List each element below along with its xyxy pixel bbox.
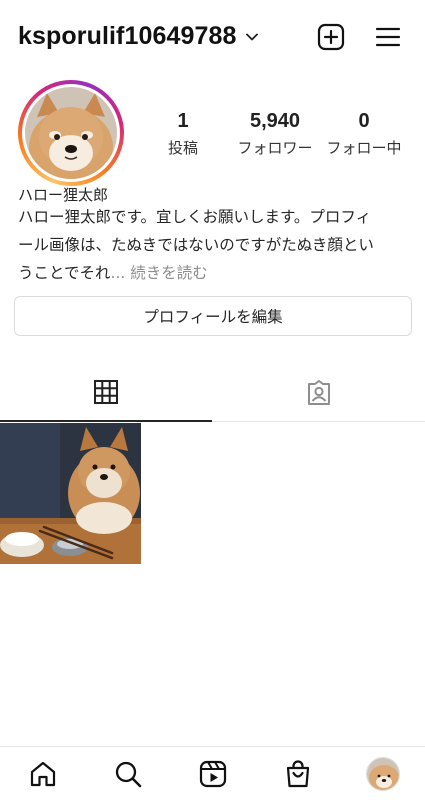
followers-count: 5,940	[249, 110, 301, 132]
edit-profile-button[interactable]: プロフィールを編集	[14, 296, 412, 336]
profile-avatar[interactable]	[366, 757, 400, 791]
posts-label: 投稿	[167, 139, 198, 157]
following-label: フォロー中	[326, 139, 402, 157]
followers-stat[interactable]: 5,940 フォロワー	[233, 110, 317, 158]
read-more-link[interactable]: ... 続きを読む	[111, 264, 208, 282]
post-thumbnail[interactable]	[0, 423, 141, 564]
new-post-icon[interactable]	[316, 22, 346, 52]
tab-tagged[interactable]	[213, 364, 425, 421]
posts-stat[interactable]: 1 投稿	[163, 110, 203, 158]
dog-avatar-image	[25, 87, 117, 179]
bio-line: うことでそれ	[18, 264, 111, 282]
bio-line: ハロー狸太郎です。宜しくお願いします。プロフィ	[18, 208, 372, 226]
grid-icon	[94, 380, 118, 404]
search-icon[interactable]	[113, 759, 143, 789]
reels-icon[interactable]	[198, 759, 228, 789]
bio-line-last: うことでそれ... 続きを読む	[18, 259, 413, 287]
tab-posts-grid[interactable]	[0, 364, 212, 422]
bio-line: ール画像は、たぬきではないのですがたぬき顔とい	[18, 236, 374, 254]
username[interactable]: ksporulif10649788	[18, 22, 237, 51]
followers-label: フォロワー	[237, 139, 313, 157]
shop-icon[interactable]	[283, 759, 313, 789]
dog-with-food-image	[0, 423, 141, 564]
following-count: 0	[358, 110, 370, 132]
following-stat[interactable]: 0 フォロー中	[322, 110, 406, 158]
chevron-down-icon[interactable]	[245, 30, 259, 44]
account-switcher[interactable]: ksporulif10649788	[18, 22, 259, 51]
avatar[interactable]	[25, 87, 117, 179]
story-ring[interactable]	[18, 80, 124, 186]
display-name: ハロー狸太郎	[18, 186, 109, 204]
menu-icon[interactable]	[373, 22, 403, 52]
tagged-icon	[308, 379, 330, 405]
posts-count: 1	[177, 110, 189, 132]
top-bar: ksporulif10649788	[0, 0, 425, 76]
bottom-nav	[0, 746, 425, 800]
bio: ハロー狸太郎です。宜しくお願いします。プロフィ ール画像は、たぬきではないのです…	[18, 203, 413, 287]
profile-tabs	[0, 364, 425, 422]
home-icon[interactable]	[28, 759, 58, 789]
profile-header: 1 投稿 5,940 フォロワー 0 フォロー中	[0, 78, 425, 188]
dog-avatar-small	[367, 758, 399, 790]
